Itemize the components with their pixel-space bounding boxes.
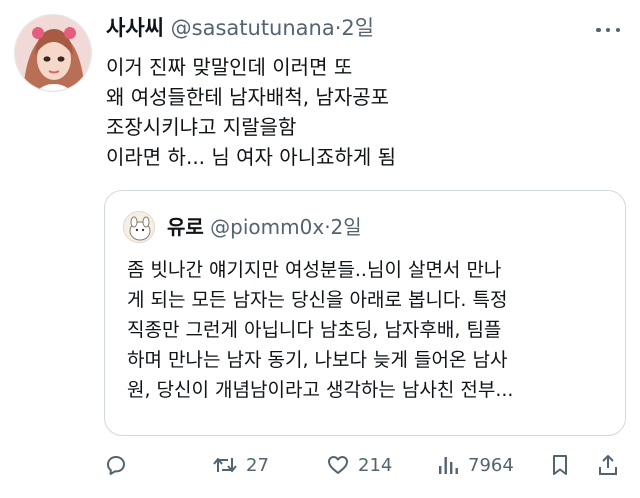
more-options-button[interactable] bbox=[596, 18, 620, 42]
quoted-avatar bbox=[123, 211, 155, 243]
avatar-image bbox=[15, 15, 91, 91]
quoted-text-line: 게 되는 모든 남자는 당신을 아래로 봅니다. 특정 bbox=[127, 289, 508, 311]
tweet: 사사씨 @sasatutunana·2일 이거 진짜 맞말인데 이러면 또 왜 … bbox=[0, 0, 640, 498]
quoted-text-line: 하며 만나는 남자 동기, 나보다 늦게 들어온 남사 bbox=[127, 349, 508, 371]
more-dot-icon bbox=[615, 27, 620, 33]
bookmark-button[interactable] bbox=[548, 450, 572, 480]
user-handle[interactable]: @sasatutunana bbox=[171, 16, 335, 40]
views-icon bbox=[439, 457, 458, 474]
more-dot-icon bbox=[605, 27, 611, 33]
quoted-timestamp: 2일 bbox=[330, 215, 362, 239]
quoted-display-name: 유로 bbox=[167, 215, 204, 239]
retweet-icon bbox=[213, 458, 237, 472]
share-button[interactable] bbox=[596, 450, 620, 480]
tweet-text-line: 조장시키냐고 지랄을함 bbox=[106, 115, 297, 139]
view-count: 7964 bbox=[468, 454, 514, 476]
share-icon bbox=[599, 455, 617, 475]
bookmark-icon bbox=[553, 455, 567, 475]
timestamp[interactable]: 2일 bbox=[341, 16, 374, 40]
tweet-text-line: 왜 여성들한테 남자배척, 남자공포 bbox=[106, 85, 390, 109]
more-dot-icon bbox=[596, 27, 601, 33]
retweet-count: 27 bbox=[246, 454, 269, 476]
quoted-user-handle: @piomm0x bbox=[210, 215, 325, 239]
like-button[interactable]: 214 bbox=[326, 450, 392, 480]
avatar[interactable] bbox=[14, 14, 92, 92]
reply-icon bbox=[107, 456, 125, 475]
quoted-avatar-image bbox=[124, 212, 154, 242]
reply-button[interactable] bbox=[104, 450, 128, 480]
action-bar: 27 214 7964 bbox=[104, 450, 620, 480]
like-count: 214 bbox=[358, 454, 393, 476]
tweet-text-line: 이거 진짜 맞말인데 이러면 또 bbox=[106, 55, 353, 79]
retweet-button[interactable]: 27 bbox=[212, 450, 269, 480]
views-button[interactable]: 7964 bbox=[436, 450, 514, 480]
tweet-header: 사사씨 @sasatutunana·2일 bbox=[106, 14, 580, 42]
quoted-tweet[interactable]: 유로 @piomm0x·2일 좀 빗나간 얘기지만 여성분들..님이 살면서 만… bbox=[104, 190, 626, 436]
quoted-text: 좀 빗나간 얘기지만 여성분들..님이 살면서 만나 게 되는 모든 남자는 당… bbox=[127, 255, 611, 405]
quoted-text-line: 원, 당신이 개념남이라고 생각하는 남사친 전부... bbox=[127, 379, 514, 401]
quoted-header: 유로 @piomm0x·2일 bbox=[167, 213, 362, 241]
quoted-text-line: 좀 빗나간 얘기지만 여성분들..님이 살면서 만나 bbox=[127, 259, 502, 281]
display-name[interactable]: 사사씨 bbox=[106, 16, 164, 40]
quoted-text-line: 직종만 그런게 아닙니다 남초딩, 남자후배, 팀플 bbox=[127, 319, 502, 341]
heart-icon bbox=[328, 456, 348, 474]
tweet-text-line: 이라면 하... 님 여자 아니죠하게 됨 bbox=[106, 145, 397, 169]
tweet-text: 이거 진짜 맞말인데 이러면 또 왜 여성들한테 남자배척, 남자공포 조장시키… bbox=[106, 52, 620, 172]
